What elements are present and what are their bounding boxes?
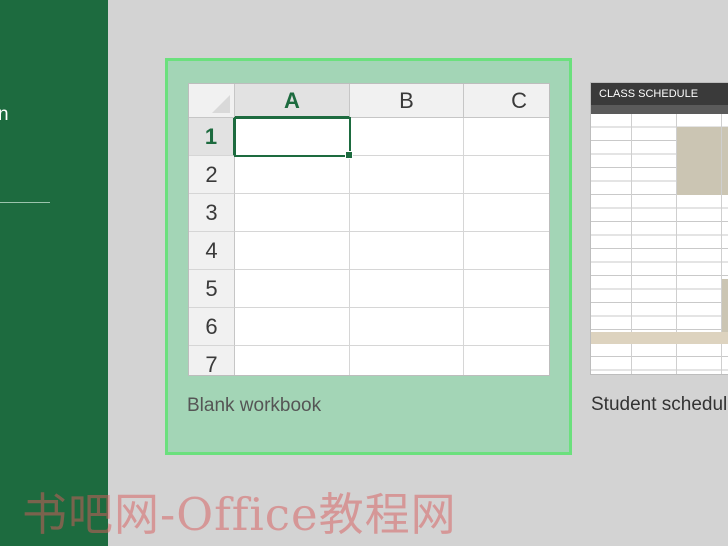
backstage-sidebar: n <box>0 0 108 546</box>
grid-cell <box>464 232 549 270</box>
grid-cell <box>235 270 350 308</box>
column-header-a: A <box>235 84 350 118</box>
schedule-preview-class-block <box>722 279 728 339</box>
blank-workbook-preview: A B C 1 2 3 4 5 6 7 <box>188 83 550 376</box>
row-header-3: 3 <box>189 194 235 232</box>
column-header-b: B <box>350 84 464 118</box>
blank-workbook-label: Blank workbook <box>187 395 322 416</box>
blank-workbook-tile[interactable]: A B C 1 2 3 4 5 6 7 Blank workbook <box>165 58 572 455</box>
row-header-2: 2 <box>189 156 235 194</box>
grid-cell <box>350 118 464 156</box>
student-schedule-preview: CLASS SCHEDULE <box>590 82 728 375</box>
student-schedule-label: Student schedule <box>591 394 728 415</box>
grid-cell <box>350 308 464 346</box>
grid-cell <box>464 194 549 232</box>
student-schedule-tile[interactable]: CLASS SCHEDULE Student schedule <box>590 80 728 430</box>
schedule-preview-highlight-row <box>591 332 728 344</box>
sidebar-divider <box>0 202 50 203</box>
corner-triangle-icon <box>212 95 230 113</box>
grid-cell <box>350 346 464 375</box>
grid-cell <box>350 156 464 194</box>
row-header-1: 1 <box>189 118 235 156</box>
grid-cell <box>350 270 464 308</box>
schedule-preview-class-block <box>722 127 728 195</box>
grid-cell <box>235 194 350 232</box>
column-header-c: C <box>464 84 549 118</box>
grid-cell <box>464 308 549 346</box>
grid-cell <box>350 232 464 270</box>
row-header-5: 5 <box>189 270 235 308</box>
grid-cell <box>464 118 549 156</box>
grid-cell <box>464 346 549 375</box>
active-cell-a1 <box>234 117 351 157</box>
grid-cell <box>235 308 350 346</box>
schedule-preview-class-block <box>677 127 721 195</box>
select-all-corner <box>189 84 235 118</box>
schedule-preview-title: CLASS SCHEDULE <box>591 83 728 105</box>
grid-cell <box>235 156 350 194</box>
grid-cell <box>235 346 350 375</box>
schedule-preview-day-header <box>591 105 728 114</box>
grid-cell <box>350 194 464 232</box>
row-header-6: 6 <box>189 308 235 346</box>
row-header-4: 4 <box>189 232 235 270</box>
fill-handle <box>345 151 353 159</box>
grid-cell <box>464 156 549 194</box>
grid-cell <box>464 270 549 308</box>
watermark-text: 书吧网-Office教程网 <box>22 488 457 541</box>
grid-cell <box>235 232 350 270</box>
row-header-7: 7 <box>189 346 235 375</box>
sidebar-item-label[interactable]: n <box>0 104 9 126</box>
